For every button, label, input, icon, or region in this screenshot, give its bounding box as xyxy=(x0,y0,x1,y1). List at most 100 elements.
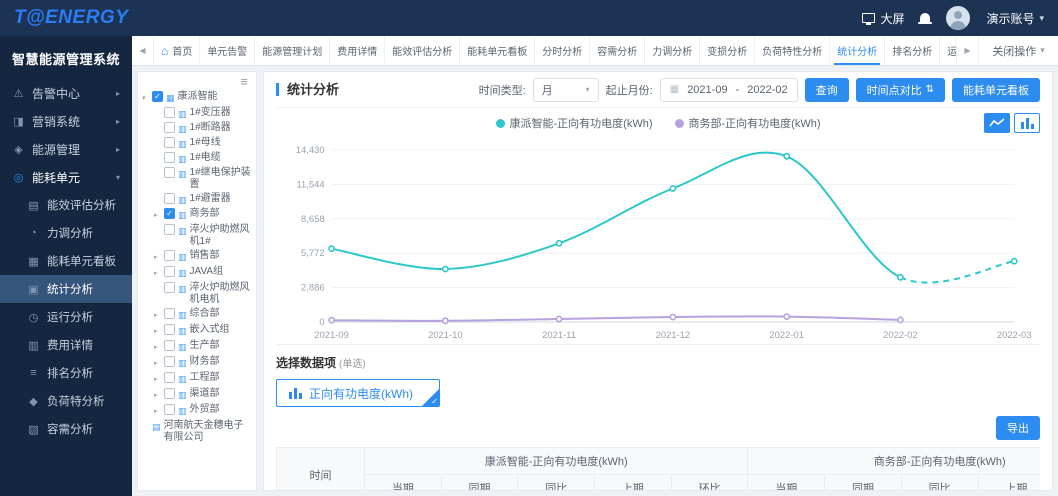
sidebar-item-能效评估分析[interactable]: ▤能效评估分析 xyxy=(0,191,132,219)
sidebar-item-能耗单元看板[interactable]: ▦能耗单元看板 xyxy=(0,247,132,275)
sidebar-item-营销系统[interactable]: ◨营销系统▸ xyxy=(0,107,132,135)
tree-checkbox[interactable] xyxy=(164,356,175,367)
sidebar-item-负荷特分析[interactable]: ◆负荷特分析 xyxy=(0,387,132,415)
tree-item-生产部[interactable]: ▸▥生产部 xyxy=(153,339,253,355)
time-type-select[interactable]: 月 ▾ xyxy=(533,78,599,102)
tab-单元告警[interactable]: 单元告警 xyxy=(200,36,255,65)
tree-checkbox[interactable] xyxy=(164,372,175,383)
sidebar-item-能耗单元[interactable]: ◎能耗单元▾ xyxy=(0,163,132,191)
tree-checkbox[interactable] xyxy=(164,152,175,163)
tree-checkbox[interactable] xyxy=(164,388,175,399)
tree-collapse-icon[interactable]: ≡ xyxy=(240,76,248,87)
sidebar-item-容需分析[interactable]: ▧容需分析 xyxy=(0,415,132,443)
caret-right-icon[interactable]: ▸ xyxy=(154,372,161,386)
line-chart-toggle[interactable] xyxy=(984,113,1010,133)
tab-排名分析[interactable]: 排名分析 xyxy=(885,36,940,65)
tree-item-外贸部[interactable]: ▸▥外贸部 xyxy=(153,403,253,419)
tree-item-嵌入式组[interactable]: ▸▥嵌入式组 xyxy=(153,323,253,339)
tree-checkbox[interactable] xyxy=(164,193,175,204)
tab-费用详情[interactable]: 费用详情 xyxy=(330,36,385,65)
tab-负荷特性分析[interactable]: 负荷特性分析 xyxy=(755,36,830,65)
search-button[interactable]: 查询 xyxy=(805,78,849,102)
tree-item-1#电缆[interactable]: ▥1#电缆 xyxy=(153,151,253,166)
account-menu[interactable]: 演示账号 ▾ xyxy=(986,10,1044,27)
tab-能耗单元看板[interactable]: 能耗单元看板 xyxy=(460,36,535,65)
tab-能源管理计划[interactable]: 能源管理计划 xyxy=(255,36,330,65)
tree-item-1#变压器[interactable]: ▥1#变压器 xyxy=(153,106,253,121)
legend-item[interactable]: 康派智能-正向有功电度(kWh) xyxy=(496,115,653,131)
tree-item-财务部[interactable]: ▸▥财务部 xyxy=(153,355,253,371)
tree-item-综合部[interactable]: ▸▥综合部 xyxy=(153,307,253,323)
tree-item-河南航天金穗电子有限公司[interactable]: ▤河南航天金穗电子有限公司 xyxy=(141,419,253,445)
caret-right-icon[interactable]: ▸ xyxy=(154,340,161,354)
tree-checkbox[interactable] xyxy=(164,324,175,335)
sidebar-item-力调分析[interactable]: ◔力调分析 xyxy=(0,219,132,247)
tree-item-康派智能[interactable]: ▾✓▦康派智能 xyxy=(141,90,253,106)
sidebar-item-告警中心[interactable]: ⚠告警中心▸ xyxy=(0,79,132,107)
tree-checkbox[interactable]: ✓ xyxy=(152,91,163,102)
tree-item-商务部[interactable]: ▸✓▥商务部 xyxy=(153,207,253,223)
caret-right-icon[interactable]: ▸ xyxy=(154,266,161,280)
tree-checkbox[interactable] xyxy=(164,107,175,118)
sidebar-item-label: 容需分析 xyxy=(47,421,93,437)
tree-checkbox[interactable] xyxy=(164,308,175,319)
caret-right-icon[interactable]: ▸ xyxy=(154,208,161,222)
tree-checkbox[interactable] xyxy=(164,340,175,351)
export-button[interactable]: 导出 xyxy=(996,416,1040,440)
tree-item-工程部[interactable]: ▸▥工程部 xyxy=(153,371,253,387)
tree-checkbox[interactable] xyxy=(164,250,175,261)
tree-checkbox[interactable] xyxy=(164,266,175,277)
tab-运行分析[interactable]: 运行分析 xyxy=(940,36,956,65)
tree-checkbox[interactable] xyxy=(164,137,175,148)
sidebar-item-运行分析[interactable]: ◷运行分析 xyxy=(0,303,132,331)
caret-right-icon[interactable]: ▸ xyxy=(154,308,161,322)
date-range-picker[interactable]: ▦ 2021-09 - 2022-02 xyxy=(660,78,798,102)
tab-容需分析[interactable]: 容需分析 xyxy=(590,36,645,65)
tree-item-渠道部[interactable]: ▸▥渠道部 xyxy=(153,387,253,403)
tree-checkbox[interactable] xyxy=(164,167,175,178)
avatar[interactable] xyxy=(946,6,970,30)
close-operations-menu[interactable]: 关闭操作 ▾ xyxy=(978,36,1058,65)
tree-checkbox[interactable]: ✓ xyxy=(164,208,175,219)
sidebar-item-排名分析[interactable]: ≡排名分析 xyxy=(0,359,132,387)
big-screen-button[interactable]: 大屏 xyxy=(862,10,904,27)
tree-checkbox[interactable] xyxy=(164,224,175,235)
tabs-scroll-left-button[interactable]: ◀ xyxy=(132,36,154,65)
caret-right-icon[interactable]: ▸ xyxy=(154,356,161,370)
caret-right-icon[interactable]: ▸ xyxy=(154,324,161,338)
sidebar-item-统计分析[interactable]: ▣统计分析 xyxy=(0,275,132,303)
tab-统计分析[interactable]: 统计分析 xyxy=(830,36,885,65)
tab-能效评估分析[interactable]: 能效评估分析 xyxy=(385,36,460,65)
caret-right-icon[interactable]: ▸ xyxy=(154,388,161,402)
sidebar-item-费用详情[interactable]: ▥费用详情 xyxy=(0,331,132,359)
tree-item-淬火炉助燃风机1#[interactable]: ▥淬火炉助燃风机1# xyxy=(153,223,253,249)
fee-icon: ▥ xyxy=(27,339,40,352)
legend-item[interactable]: 商务部-正向有功电度(kWh) xyxy=(675,115,821,131)
bar-chart-toggle[interactable] xyxy=(1014,113,1040,133)
time-compare-button[interactable]: 时间点对比 ⇅ xyxy=(856,78,945,102)
tree-item-1#母线[interactable]: ▥1#母线 xyxy=(153,136,253,151)
app-title: 智慧能源管理系统 xyxy=(0,36,132,79)
tree-item-JAVA组[interactable]: ▸▥JAVA组 xyxy=(153,265,253,281)
sidebar-item-能源管理[interactable]: ◈能源管理▸ xyxy=(0,135,132,163)
tree-checkbox[interactable] xyxy=(164,122,175,133)
tab-首页[interactable]: ⌂首页 xyxy=(154,36,200,65)
tree-checkbox[interactable] xyxy=(164,404,175,415)
tree-item-1#断路器[interactable]: ▥1#断路器 xyxy=(153,121,253,136)
tree-item-1#避雷器[interactable]: ▥1#避雷器 xyxy=(153,192,253,207)
data-item-button[interactable]: 正向有功电度(kWh) ✓ xyxy=(276,379,440,407)
caret-right-icon[interactable]: ▸ xyxy=(154,250,161,264)
tree-item-销售部[interactable]: ▸▥销售部 xyxy=(153,249,253,265)
data-item-label: 正向有功电度(kWh) xyxy=(309,385,413,402)
tab-变损分析[interactable]: 变损分析 xyxy=(700,36,755,65)
tab-力调分析[interactable]: 力调分析 xyxy=(645,36,700,65)
caret-down-icon[interactable]: ▾ xyxy=(142,91,149,105)
tree-checkbox[interactable] xyxy=(164,282,175,293)
tab-分时分析[interactable]: 分时分析 xyxy=(535,36,590,65)
tabs-scroll-right-button[interactable]: ▶ xyxy=(956,36,978,65)
unit-kanban-button[interactable]: 能耗单元看板 xyxy=(952,78,1040,102)
notifications-button[interactable] xyxy=(920,15,930,22)
caret-right-icon[interactable]: ▸ xyxy=(154,404,161,418)
tree-item-淬火炉助燃风机电机[interactable]: ▥淬火炉助燃风机电机 xyxy=(153,281,253,307)
tree-item-1#继电保护装置[interactable]: ▥1#继电保护装置 xyxy=(153,166,253,192)
